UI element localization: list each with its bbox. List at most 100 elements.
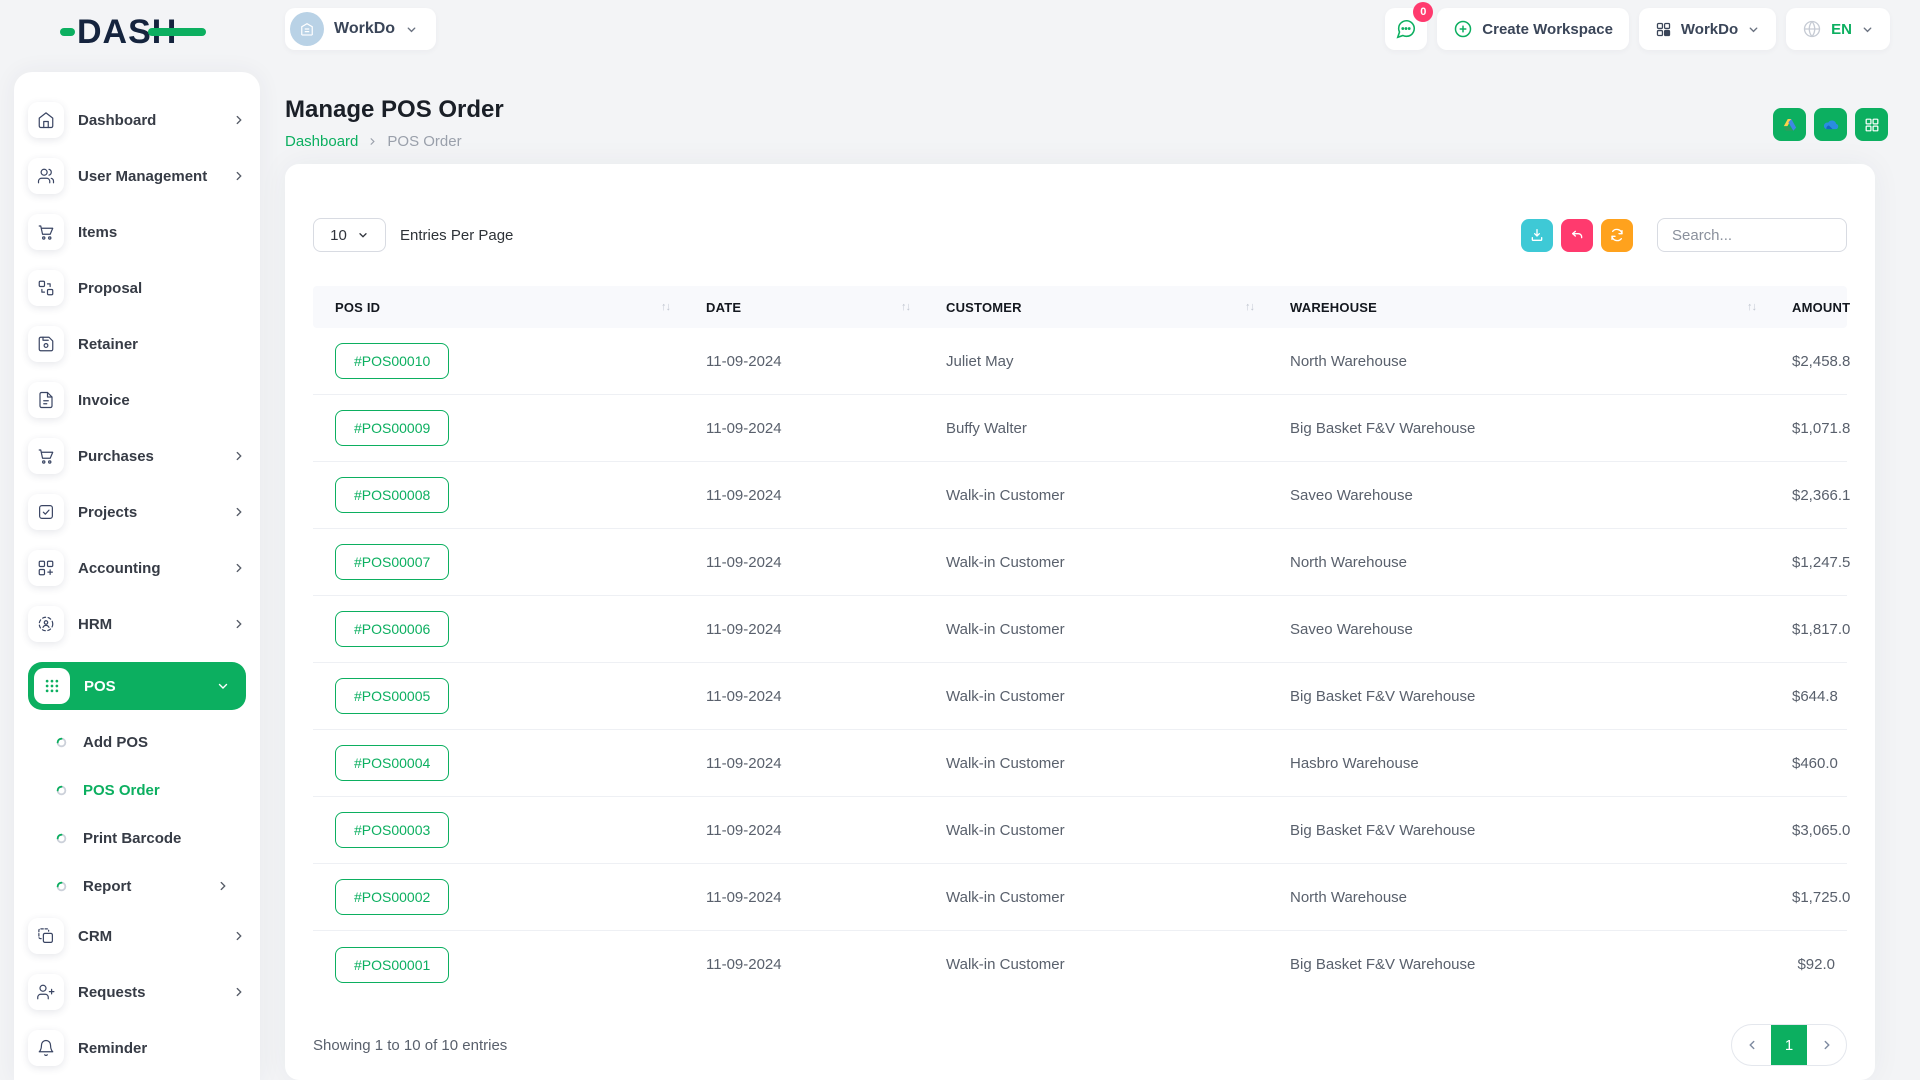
sidebar-item-items[interactable]: Items — [28, 214, 246, 250]
column-label: CUSTOMER — [946, 300, 1022, 315]
submenu-item-print-barcode[interactable]: Print Barcode — [28, 814, 246, 862]
sidebar-item-requests[interactable]: Requests — [28, 974, 246, 1010]
customer-cell: Walk-in Customer — [924, 956, 1268, 973]
logo-dash-icon — [60, 28, 75, 36]
pos-id-cell: #POS00010 — [313, 343, 684, 379]
sidebar-item-pos[interactable]: POS — [28, 662, 246, 710]
sidebar-item-retainer[interactable]: Retainer — [28, 326, 246, 362]
language-button[interactable]: EN — [1786, 8, 1890, 50]
submenu-item-add-pos[interactable]: Add POS — [28, 718, 246, 766]
submenu-item-label: POS Order — [83, 782, 160, 799]
pos-id-badge[interactable]: #POS00006 — [335, 611, 449, 647]
breadcrumb-current: POS Order — [387, 133, 461, 150]
table-row: #POS00009 11-09-2024 Buffy Walter Big Ba… — [313, 395, 1847, 462]
warehouse-cell: Big Basket F&V Warehouse — [1268, 420, 1770, 437]
date-cell: 11-09-2024 — [684, 554, 924, 571]
pos-order-card: 10 Entries Per Page POS ID↑↓ DATE↑↓ CU — [285, 164, 1875, 1080]
page-number-button[interactable]: 1 — [1771, 1025, 1807, 1065]
customer-cell: Walk-in Customer — [924, 487, 1268, 504]
amount-cell: $3,065.0 — [1770, 822, 1862, 839]
sidebar-item-crm[interactable]: CRM — [28, 918, 246, 954]
column-header-pos-id[interactable]: POS ID↑↓ — [313, 300, 684, 315]
workspace-switcher[interactable]: WorkDo — [285, 8, 436, 50]
sidebar-item-hrm[interactable]: HRM — [28, 606, 246, 642]
home-icon — [28, 102, 64, 138]
search-input[interactable] — [1657, 218, 1847, 252]
pos-id-badge[interactable]: #POS00009 — [335, 410, 449, 446]
customer-cell: Juliet May — [924, 353, 1268, 370]
sidebar-item-projects[interactable]: Projects — [28, 494, 246, 530]
column-header-amount[interactable]: AMOUNT — [1770, 300, 1862, 315]
grid-plus-icon — [28, 550, 64, 586]
user-plus-icon — [28, 974, 64, 1010]
submenu-item-pos-order[interactable]: POS Order — [28, 766, 246, 814]
chevron-down-icon — [1861, 23, 1874, 36]
workspace-menu-button[interactable]: WorkDo — [1639, 8, 1776, 50]
sidebar-item-proposal[interactable]: Proposal — [28, 270, 246, 306]
table-row: #POS00010 11-09-2024 Juliet May North Wa… — [313, 328, 1847, 395]
pos-id-badge[interactable]: #POS00007 — [335, 544, 449, 580]
date-cell: 11-09-2024 — [684, 889, 924, 906]
messages-button[interactable]: 0 — [1385, 8, 1427, 50]
proposal-icon — [28, 270, 64, 306]
workspace-grid-icon — [1655, 21, 1672, 38]
create-workspace-button[interactable]: Create Workspace — [1437, 8, 1629, 50]
pos-id-badge[interactable]: #POS00005 — [335, 678, 449, 714]
entries-per-page-select[interactable]: 10 — [313, 218, 386, 252]
breadcrumb-dashboard-link[interactable]: Dashboard — [285, 133, 358, 150]
file-text-icon — [28, 382, 64, 418]
pos-id-badge[interactable]: #POS00008 — [335, 477, 449, 513]
pos-id-badge[interactable]: #POS00002 — [335, 879, 449, 915]
column-header-date[interactable]: DATE↑↓ — [684, 300, 924, 315]
date-cell: 11-09-2024 — [684, 353, 924, 370]
showing-entries-text: Showing 1 to 10 of 10 entries — [313, 1037, 507, 1054]
sidebar-item-label: POS — [84, 678, 116, 695]
sort-icon: ↑↓ — [1245, 301, 1254, 313]
sidebar-item-accounting[interactable]: Accounting — [28, 550, 246, 586]
chevron-right-icon — [232, 449, 246, 463]
sidebar-item-purchases[interactable]: Purchases — [28, 438, 246, 474]
chat-bubble-icon — [1395, 18, 1417, 40]
sidebar-item-invoice[interactable]: Invoice — [28, 382, 246, 418]
sidebar-item-dashboard[interactable]: Dashboard — [28, 102, 246, 138]
grid-view-button[interactable] — [1855, 108, 1888, 141]
sidebar-item-label: User Management — [78, 168, 207, 185]
warehouse-cell: Saveo Warehouse — [1268, 487, 1770, 504]
chevron-down-icon — [1747, 23, 1760, 36]
export-button[interactable] — [1521, 219, 1553, 252]
column-header-warehouse[interactable]: WAREHOUSE↑↓ — [1268, 300, 1770, 315]
sidebar-item-label: Items — [78, 224, 117, 241]
pagination: 1 — [1731, 1024, 1847, 1066]
amount-cell: $2,458.8 — [1770, 353, 1862, 370]
warehouse-cell: Saveo Warehouse — [1268, 621, 1770, 638]
sidebar-item-label: Purchases — [78, 448, 154, 465]
brand-logo[interactable]: DASH — [60, 13, 177, 51]
pos-id-cell: #POS00007 — [313, 544, 684, 580]
workspace-name: WorkDo — [334, 20, 395, 38]
submenu-item-report[interactable]: Report — [28, 862, 246, 910]
sidebar-item-reminder[interactable]: Reminder — [28, 1030, 246, 1066]
onedrive-button[interactable] — [1814, 108, 1847, 141]
create-workspace-label: Create Workspace — [1482, 21, 1613, 38]
cart-icon — [28, 438, 64, 474]
previous-page-button[interactable] — [1732, 1025, 1771, 1065]
refresh-button[interactable] — [1601, 219, 1633, 252]
reset-button[interactable] — [1561, 219, 1593, 252]
column-header-customer[interactable]: CUSTOMER ↑↓ — [924, 300, 1268, 315]
amount-cell: $1,817.0 — [1770, 621, 1862, 638]
sidebar-item-label: Accounting — [78, 560, 161, 577]
google-drive-button[interactable] — [1773, 108, 1806, 141]
sort-icon: ↑↓ — [661, 301, 670, 313]
bullet-icon — [56, 785, 67, 796]
topbar-actions: 0 Create Workspace WorkDo EN — [1385, 8, 1890, 50]
pos-id-badge[interactable]: #POS00001 — [335, 947, 449, 983]
customer-cell: Walk-in Customer — [924, 688, 1268, 705]
pos-id-badge[interactable]: #POS00003 — [335, 812, 449, 848]
pos-id-badge[interactable]: #POS00010 — [335, 343, 449, 379]
customer-cell: Walk-in Customer — [924, 755, 1268, 772]
next-page-button[interactable] — [1807, 1025, 1846, 1065]
table-row: #POS00004 11-09-2024 Walk-in Customer Ha… — [313, 730, 1847, 797]
save-icon — [28, 326, 64, 362]
sidebar-item-user-management[interactable]: User Management — [28, 158, 246, 194]
pos-id-badge[interactable]: #POS00004 — [335, 745, 449, 781]
